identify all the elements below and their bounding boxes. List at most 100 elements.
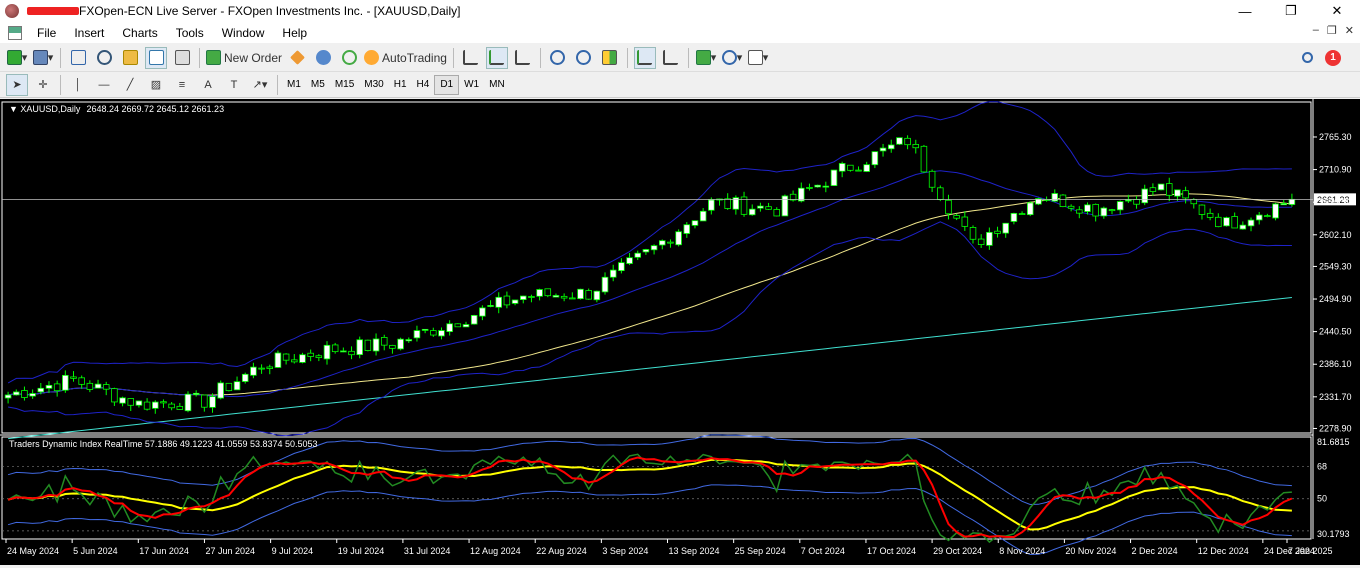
profiles-icon[interactable]: ▾: [32, 47, 54, 69]
indicator-y-tick: 68: [1317, 462, 1327, 472]
data-window-icon[interactable]: [93, 47, 115, 69]
autoscroll-icon[interactable]: [660, 47, 682, 69]
candle: [274, 350, 282, 368]
new-order-button[interactable]: New Order: [206, 47, 282, 69]
autotrading-button[interactable]: AutoTrading: [364, 47, 447, 69]
candle: [585, 288, 592, 300]
line-chart-icon[interactable]: [512, 47, 534, 69]
timeframe-m5[interactable]: M5: [306, 75, 330, 95]
tile-windows-icon[interactable]: [599, 47, 621, 69]
maximize-button[interactable]: ❐: [1268, 0, 1314, 22]
y-tick-label: 2278.90: [1319, 423, 1352, 433]
candle: [1223, 216, 1230, 227]
y-tick-label: 2549.30: [1319, 261, 1352, 271]
timeframe-h1[interactable]: H1: [389, 75, 412, 95]
signals-icon[interactable]: [312, 47, 334, 69]
terminal-icon[interactable]: [145, 46, 167, 69]
timeframe-mn[interactable]: MN: [484, 75, 510, 95]
zoom-out-icon[interactable]: [573, 47, 595, 69]
x-tick-label: 8 Nov 2024: [999, 546, 1045, 556]
menu-file[interactable]: File: [28, 26, 65, 40]
candle: [225, 382, 233, 392]
x-tick-label: 13 Sep 2024: [669, 546, 720, 556]
candle: [1026, 201, 1034, 217]
bar-chart-icon[interactable]: [460, 47, 482, 69]
autotrading-icon: [364, 50, 380, 65]
price-chart[interactable]: ▼ XAUUSD,Daily 2648.24 2669.72 2645.12 26…: [0, 99, 1360, 565]
mdi-restore-icon[interactable]: ❐: [1327, 24, 1337, 37]
standard-toolbar: ▾ ▾ New Order AutoTrading ▾ ▾ ▾ 1: [0, 44, 1360, 72]
vertical-line-icon[interactable]: │: [67, 74, 89, 96]
timeframe-w1[interactable]: W1: [459, 75, 484, 95]
timeframe-h4[interactable]: H4: [412, 75, 435, 95]
market-icon[interactable]: [338, 47, 360, 69]
new-chart-icon[interactable]: ▾: [6, 47, 28, 69]
strategy-tester-icon[interactable]: [171, 47, 193, 69]
market-watch-icon[interactable]: [67, 47, 89, 69]
menu-help[interactable]: Help: [273, 26, 316, 40]
text-label-icon[interactable]: T: [223, 74, 245, 96]
cursor-icon[interactable]: ➤: [6, 73, 28, 96]
mdi-close-icon[interactable]: ✕: [1345, 24, 1354, 37]
drawing-toolbar: ➤ ✛ │ — ╱ ▨ ≡ A T ↗▾ M1 M5 M15 M30 H1 H4…: [0, 72, 1360, 98]
timeframe-m1[interactable]: M1: [282, 75, 306, 95]
timeframe-d1[interactable]: D1: [434, 74, 460, 95]
candle: [544, 288, 552, 298]
candle: [470, 314, 478, 325]
candle: [397, 337, 404, 351]
window-title: FXOpen-ECN Live Server - FXOpen Investme…: [79, 4, 461, 18]
y-tick-label: 2602.10: [1319, 230, 1352, 240]
alert-badge: 1: [1325, 49, 1341, 66]
navigator-icon[interactable]: [119, 47, 141, 69]
y-tick-label: 2331.70: [1319, 392, 1352, 402]
x-tick-label: 17 Oct 2024: [867, 546, 916, 556]
chart-shift-icon[interactable]: [633, 46, 656, 69]
metaeditor-icon[interactable]: [286, 47, 308, 69]
timeframe-m15[interactable]: M15: [330, 75, 359, 95]
candle: [1035, 197, 1042, 206]
candle: [1059, 194, 1067, 208]
close-button[interactable]: ✕: [1314, 0, 1360, 22]
search-icon[interactable]: [1296, 47, 1318, 69]
x-tick-label: 9 Jul 2024: [272, 546, 314, 556]
menu-bar: File Insert Charts Tools Window Help: [0, 22, 1360, 43]
candle: [830, 169, 838, 186]
fibonacci-icon[interactable]: ≡: [171, 74, 193, 96]
y-tick-label: 2440.50: [1319, 327, 1352, 337]
mdi-minimize-icon[interactable]: –: [1313, 24, 1319, 37]
x-tick-label: 12 Aug 2024: [470, 546, 521, 556]
equidistant-channel-icon[interactable]: ▨: [145, 74, 167, 96]
candle: [577, 288, 584, 300]
indicator-y-tick: 50: [1317, 494, 1327, 504]
chart-window[interactable]: ▼ XAUUSD,Daily 2648.24 2669.72 2645.12 26…: [0, 99, 1360, 565]
x-tick-label: 25 Sep 2024: [735, 546, 786, 556]
arrows-icon[interactable]: ↗▾: [249, 74, 271, 96]
menu-charts[interactable]: Charts: [113, 26, 166, 40]
menu-tools[interactable]: Tools: [167, 26, 213, 40]
horizontal-line-icon[interactable]: —: [93, 74, 115, 96]
text-icon[interactable]: A: [197, 74, 219, 96]
menu-insert[interactable]: Insert: [65, 26, 113, 40]
chart-window-icon[interactable]: [8, 25, 22, 40]
templates-icon[interactable]: ▾: [747, 47, 769, 69]
minimize-button[interactable]: —: [1222, 0, 1268, 22]
trendline-icon[interactable]: ╱: [119, 74, 141, 96]
x-tick-label: 19 Jul 2024: [338, 546, 385, 556]
timeframe-m30[interactable]: M30: [359, 75, 388, 95]
candle: [937, 185, 944, 202]
indicators-icon[interactable]: ▾: [695, 47, 717, 69]
alerts-button[interactable]: 1: [1322, 47, 1344, 69]
candle: [847, 164, 854, 172]
candle: [1157, 183, 1165, 191]
x-tick-label: 20 Nov 2024: [1065, 546, 1116, 556]
x-tick-label: 3 Sep 2024: [602, 546, 648, 556]
x-tick-label: 29 Oct 2024: [933, 546, 982, 556]
menu-window[interactable]: Window: [213, 26, 274, 40]
new-order-icon: [206, 50, 221, 65]
periods-icon[interactable]: ▾: [721, 47, 743, 69]
x-tick-label: 7 Jan 2025: [1288, 546, 1333, 556]
candle: [454, 323, 462, 328]
zoom-in-icon[interactable]: [547, 47, 569, 69]
crosshair-icon[interactable]: ✛: [32, 74, 54, 96]
candlestick-icon[interactable]: [485, 46, 508, 69]
